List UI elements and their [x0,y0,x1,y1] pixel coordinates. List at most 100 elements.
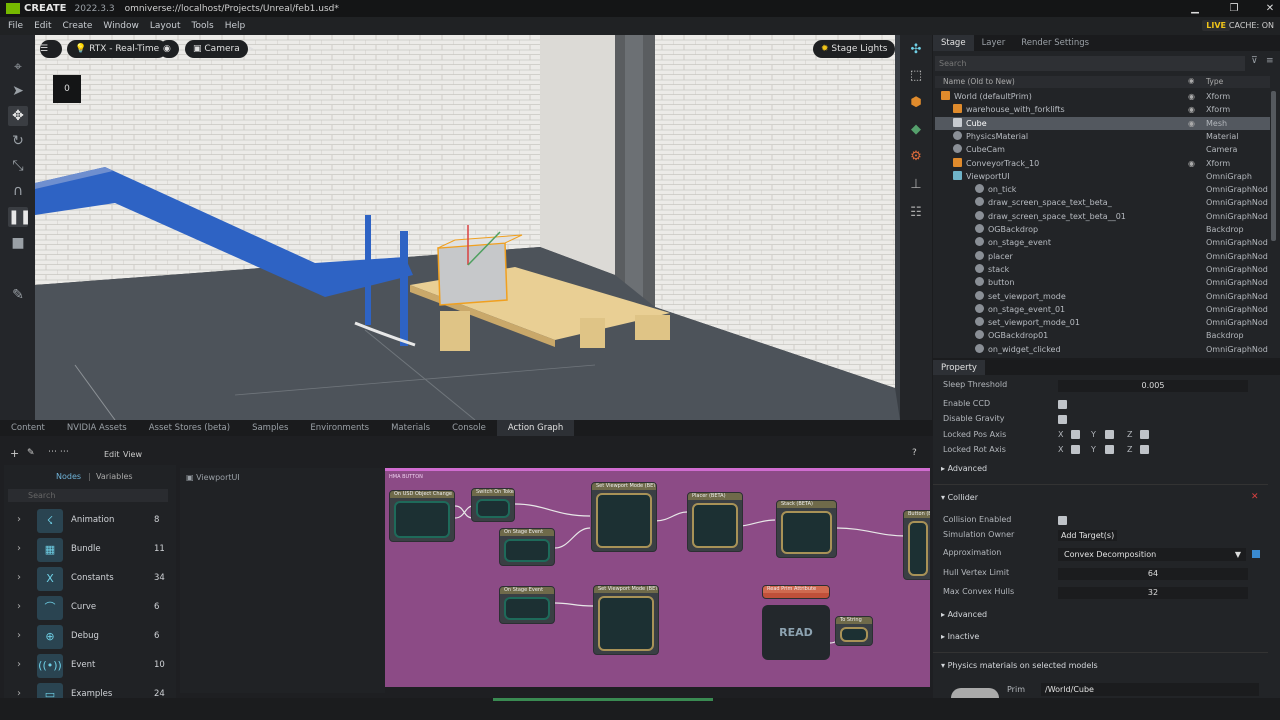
menu-edit[interactable]: Edit [34,21,51,31]
reset-indicator[interactable] [1252,550,1260,558]
tab-console[interactable]: Console [441,420,497,436]
pointer-icon[interactable]: ➤ [8,81,28,101]
stage-tree-row[interactable]: draw_screen_space_text_beta_ OmniGraphNod [935,196,1270,209]
minimize-icon[interactable]: ▁ [1187,2,1203,15]
visibility-icon[interactable]: ◉ [1188,117,1195,130]
stop-icon[interactable]: ■ [8,233,28,253]
stage-search-input[interactable]: Search [935,56,1245,71]
rot-y-checkbox[interactable] [1105,445,1114,454]
tab-render-settings[interactable]: Render Settings [1013,35,1097,51]
stage-tree-row[interactable]: stack OmniGraphNod [935,263,1270,276]
stage-tree-row[interactable]: OGBackdrop Backdrop [935,223,1270,236]
sleep-threshold-field[interactable]: 0.005 [1058,380,1248,392]
pause-icon[interactable]: ❚❚ [8,207,31,227]
tab-action-graph[interactable]: Action Graph [496,420,575,436]
snap-icon[interactable]: ∩ [8,181,28,201]
stage-tree-row[interactable]: on_stage_event_01 OmniGraphNod [935,303,1270,316]
stage-tree-row[interactable]: warehouse_with_forklifts ◉ Xform [935,103,1270,116]
stage-tree-row[interactable]: CubeCam Camera [935,143,1270,156]
menu-tools[interactable]: Tools [192,21,214,31]
stage-tree-row[interactable]: World (defaultPrim) ◉ Xform [935,90,1270,103]
stage-tree-row[interactable]: on_widget_clicked OmniGraphNod [935,343,1270,356]
edit-menu[interactable]: Edit [104,450,120,459]
pos-z-checkbox[interactable] [1140,430,1149,439]
hull-vertex-field[interactable]: 64 [1058,568,1248,580]
stage-lights-button[interactable]: ✹ Stage Lights [813,40,896,58]
node-category[interactable]: › ⊕ Debug 6 [9,623,169,651]
chevron-right-icon[interactable]: › [17,659,21,670]
graph-node[interactable]: On Stage Event [499,586,555,624]
remove-icon[interactable]: ✕ [1251,492,1259,502]
pos-y-checkbox[interactable] [1105,430,1114,439]
add-icon[interactable]: + [10,447,19,460]
gear-icon[interactable]: ⚙ [906,147,926,167]
node-category[interactable]: › X Constants 34 [9,565,169,593]
node-category[interactable]: › ☇ Animation 8 [9,507,169,535]
node-category[interactable]: › ▦ Bundle 11 [9,536,169,564]
graph-canvas[interactable]: HMA BUTTON On USD Object Change Switch On… [385,468,930,687]
graph-node[interactable]: On USD Object Change [389,490,455,542]
approximation-dropdown[interactable]: Convex Decomposition ▼ [1058,548,1246,561]
material-icon[interactable]: ◆ [906,120,926,140]
graph-node[interactable]: Read Prim Attribute [762,585,830,599]
chevron-right-icon[interactable]: › [17,572,21,583]
visibility-icon[interactable]: ◉ [1188,103,1195,116]
graph-node[interactable]: To String [835,616,873,646]
collider-section[interactable]: ▾ Collider [941,493,978,502]
column-type[interactable]: Type [1206,77,1223,86]
menu-layout[interactable]: Layout [150,21,181,31]
chevron-right-icon[interactable]: ▸ [247,40,259,58]
viewport[interactable]: ☰ 💡 RTX - Real-Time ◉ ▣ Camera ▸ ✹ Stage… [35,35,900,420]
stage-tree-row[interactable]: set_viewport_mode OmniGraphNod [935,290,1270,303]
eye-visibility-icon[interactable]: ◉ [159,40,179,58]
graph-node[interactable]: Placer (BETA) [687,492,743,552]
rot-x-checkbox[interactable] [1071,445,1080,454]
sliders-icon[interactable]: ☷ [906,203,926,223]
graph-node[interactable]: Stack (BETA) [776,500,837,558]
menu-lines-icon[interactable]: ≡ [1266,56,1274,66]
graph-node[interactable]: Set Viewport Mode (BETA) [593,585,659,655]
stage-tree-row[interactable]: placer OmniGraphNod [935,250,1270,263]
tab-asset-stores[interactable]: Asset Stores (beta) [138,420,241,436]
stage-tree-row[interactable]: PhysicsMaterial Material [935,130,1270,143]
stage-tree-row[interactable]: ConveyorTrack_10 ◉ Xform [935,157,1270,170]
node-category[interactable]: › ((•)) Event 10 [9,652,169,680]
chevron-right-icon[interactable]: › [17,630,21,641]
chevron-right-icon[interactable]: › [17,543,21,554]
collision-enabled-checkbox[interactable] [1058,516,1067,525]
move-icon[interactable]: ✥ [8,106,28,126]
stage-tree-row[interactable]: set_viewport_mode_01 OmniGraphNod [935,316,1270,329]
tab-samples[interactable]: Samples [241,420,299,436]
tab-content[interactable]: Content [0,420,56,436]
live-badge[interactable]: LIVE [1202,20,1230,31]
cube-outline-icon[interactable]: ⬚ [906,66,926,86]
more-icon[interactable]: ⋯ ⋯ [48,447,69,457]
pos-x-checkbox[interactable] [1071,430,1080,439]
tab-environments[interactable]: Environments [299,420,380,436]
tab-variables[interactable]: Variables [96,472,133,481]
menu-create[interactable]: Create [63,21,93,31]
stage-tree-row[interactable]: ViewportUI OmniGraph [935,170,1270,183]
camera-button[interactable]: ▣ Camera [185,40,248,58]
prim-path-field[interactable]: /World/Cube [1041,683,1259,696]
graph-list-item[interactable]: ▣ ViewportUI [186,473,240,482]
stage-tree-row[interactable]: draw_screen_space_text_beta__01 OmniGraph… [935,210,1270,223]
disable-gravity-checkbox[interactable] [1058,415,1067,424]
paint-icon[interactable]: ✎ [8,285,28,305]
shape-icon[interactable]: ⬢ [906,93,926,113]
stage-tree-row[interactable]: on_stage_event OmniGraphNod [935,236,1270,249]
help-icon[interactable]: ? [912,448,917,458]
graph-node[interactable]: Button (BETA) [903,510,930,580]
visibility-icon[interactable]: ◉ [1188,90,1195,103]
node-category[interactable]: › ⌒ Curve 6 [9,594,169,622]
tab-nvidia-assets[interactable]: NVIDIA Assets [56,420,138,436]
inactive-section[interactable]: ▸ Inactive [941,632,979,641]
pencil-icon[interactable]: ✎ [27,448,35,458]
graph-node[interactable]: Switch On Token [471,488,515,522]
column-name[interactable]: Name (Old to New) [943,77,1015,86]
viewport-settings-icon[interactable]: ☰ [40,40,62,58]
chevron-right-icon[interactable]: › [17,601,21,612]
graph-node[interactable]: Set Viewport Mode (BETA) [591,482,657,552]
rotate-icon[interactable]: ↻ [8,131,28,151]
node-search-input[interactable]: Search [8,489,168,502]
